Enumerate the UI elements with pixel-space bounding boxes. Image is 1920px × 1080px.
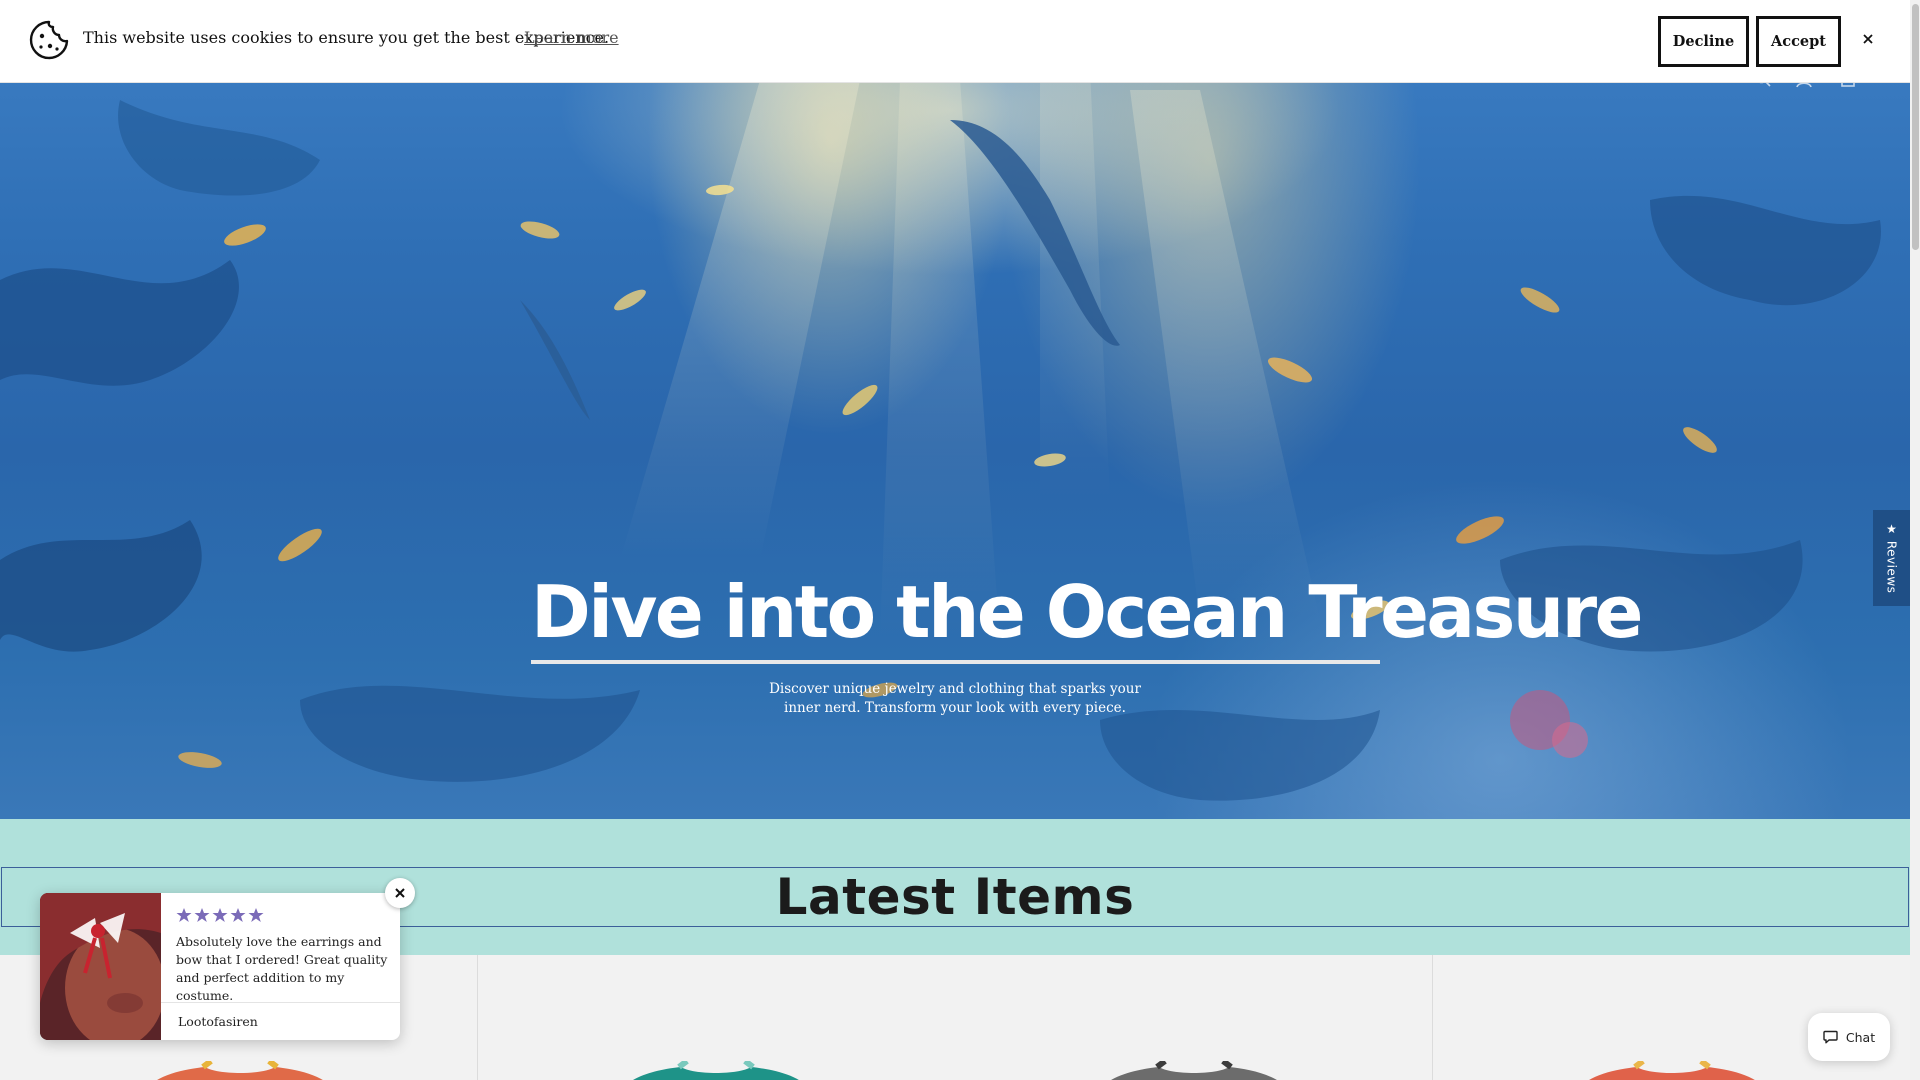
accept-button[interactable]: Accept [1756, 16, 1841, 67]
chat-button[interactable]: Chat [1808, 1013, 1890, 1061]
review-text: Absolutely love the earrings and bow tha… [176, 934, 388, 1003]
star-icon [212, 908, 228, 922]
chat-label: Chat [1845, 1029, 1876, 1045]
grid-divider [477, 955, 478, 1080]
hero-subtitle: Discover unique jewelry and clothing tha… [769, 681, 1141, 716]
reviews-tab-label: ★ Reviews [1884, 522, 1899, 594]
product-image-shirt-orange [157, 1061, 323, 1080]
product-image-shirt-gray [1111, 1061, 1277, 1080]
close-icon[interactable] [1860, 31, 1876, 47]
chat-bubble-icon [1823, 1030, 1838, 1044]
hero-banner: Lootofasiren USD Dive into the Ocean Tre… [0, 0, 1910, 819]
product-card[interactable] [478, 955, 955, 1080]
star-icon [194, 908, 210, 922]
review-author: Lootofasiren [178, 1014, 258, 1029]
review-divider [161, 1002, 400, 1003]
review-popup[interactable]: Absolutely love the earrings and bow tha… [40, 893, 400, 1040]
star-icon [248, 908, 264, 922]
cookie-icon [29, 20, 69, 60]
scrollbar-thumb[interactable] [1912, 4, 1919, 250]
grid-divider [1432, 955, 1433, 1080]
cookie-consent-bar: This website uses cookies to ensure you … [0, 0, 1910, 83]
cookie-learn-more-link[interactable]: Learn more [524, 28, 619, 47]
decline-button[interactable]: Decline [1658, 16, 1749, 67]
reviewer-photo [40, 893, 161, 1040]
hero-title: Dive into the Ocean Treasure [531, 570, 1643, 664]
product-card[interactable] [956, 955, 1433, 1080]
star-icon [230, 908, 246, 922]
close-icon [395, 888, 405, 898]
product-image-shirt-teal [633, 1061, 799, 1080]
reviews-side-tab[interactable]: ★ Reviews [1873, 510, 1910, 606]
review-rating-stars [176, 907, 264, 923]
latest-items-title: Latest Items [775, 868, 1135, 926]
review-popup-close-button[interactable] [385, 878, 415, 908]
star-icon [176, 908, 192, 922]
product-image-shirt-red [1589, 1061, 1755, 1080]
